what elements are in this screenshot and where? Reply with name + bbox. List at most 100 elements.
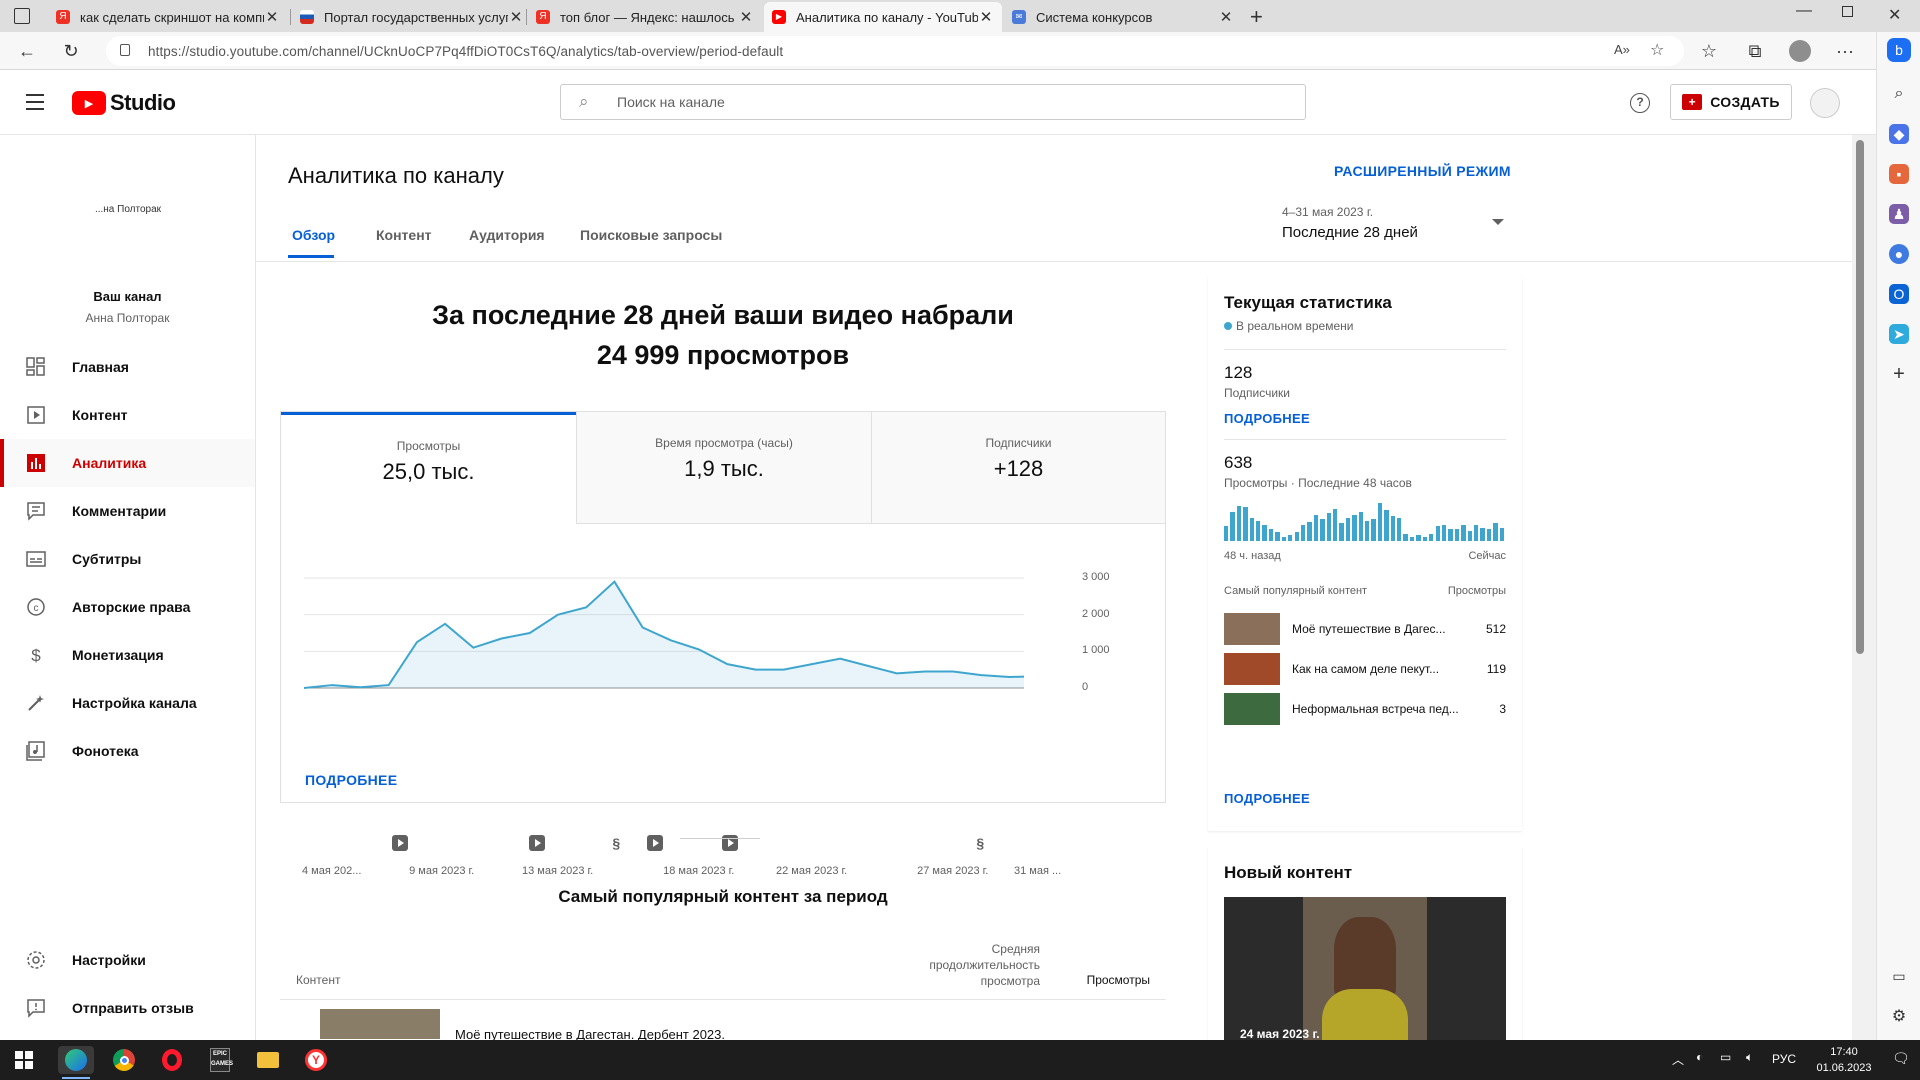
realtime-bar[interactable] <box>1409 536 1415 541</box>
menu-icon[interactable] <box>26 94 44 110</box>
bing-icon[interactable]: b <box>1887 38 1911 62</box>
new-tab-icon[interactable]: + <box>1250 4 1263 30</box>
data-point[interactable] <box>584 605 588 609</box>
data-point[interactable] <box>923 670 927 674</box>
sidebar-item-feedback[interactable]: Отправить отзыв <box>0 984 255 1032</box>
realtime-bar[interactable] <box>1365 520 1370 541</box>
data-point[interactable] <box>443 622 447 626</box>
close-tab-icon[interactable]: ✕ <box>978 8 994 26</box>
address-bar[interactable]: https://studio.youtube.com/channel/UCknU… <box>106 36 1684 66</box>
realtime-bar[interactable] <box>1256 520 1261 541</box>
search-input[interactable]: ⌕ Поиск на канале <box>560 84 1306 120</box>
realtime-bar[interactable] <box>1294 532 1299 541</box>
language-indicator[interactable]: РУС <box>1772 1052 1796 1066</box>
realtime-bar[interactable] <box>1230 511 1235 541</box>
realtime-bar[interactable] <box>1397 517 1402 541</box>
browser-tab-active[interactable]: ▶ Аналитика по каналу - YouTube ✕ <box>764 2 1002 32</box>
realtime-bar[interactable] <box>1371 519 1376 541</box>
data-point[interactable] <box>725 662 729 666</box>
realtime-bar[interactable] <box>1288 535 1293 541</box>
scrollbar-thumb[interactable] <box>1856 140 1864 654</box>
realtime-bar[interactable] <box>1448 529 1453 541</box>
tab-audience[interactable]: Аудитория <box>469 227 545 243</box>
sidebar-toggle-icon[interactable]: ▭ <box>1889 966 1909 986</box>
edge-taskbar-icon[interactable] <box>58 1046 94 1074</box>
search-icon[interactable]: ⌕ <box>1889 84 1909 104</box>
clock[interactable]: 17:40 01.06.2023 <box>1812 1044 1876 1076</box>
data-point[interactable] <box>304 686 306 690</box>
realtime-views-bars[interactable] <box>1224 503 1506 541</box>
realtime-bar[interactable] <box>1300 524 1306 541</box>
video-published-icon[interactable] <box>528 835 545 851</box>
realtime-bar[interactable] <box>1326 513 1331 541</box>
realtime-bar[interactable] <box>1313 514 1319 541</box>
sidebar-item-copyright[interactable]: c Авторские права <box>0 583 255 631</box>
sidebar-item-settings[interactable]: Настройки <box>0 936 255 984</box>
realtime-subscribers-more-link[interactable]: ПОДРОБНЕЕ <box>1224 411 1310 426</box>
realtime-top-item[interactable]: Моё путешествие в Дагес... 512 <box>1224 613 1506 645</box>
sidebar-item-customization[interactable]: Настройка канала <box>0 679 255 727</box>
data-point[interactable] <box>528 631 532 635</box>
studio-logo[interactable]: ▶ Studio <box>72 90 176 116</box>
data-point[interactable] <box>500 637 504 641</box>
sidebar-settings-icon[interactable]: ⚙ <box>1889 1006 1909 1026</box>
data-point[interactable] <box>782 668 786 672</box>
table-header-avg-duration[interactable]: Средняя продолжительность просмотра <box>904 941 1040 989</box>
favorites-icon[interactable]: ☆ <box>1694 36 1724 66</box>
realtime-bar[interactable] <box>1281 536 1287 541</box>
windows-start-icon[interactable] <box>10 1046 38 1074</box>
network-icon[interactable]: ▭ <box>1720 1050 1731 1064</box>
data-point[interactable] <box>838 657 842 661</box>
shopping-icon[interactable]: ◆ <box>1889 124 1909 144</box>
realtime-bar[interactable] <box>1262 524 1267 541</box>
data-point[interactable] <box>330 683 334 687</box>
sidebar-item-subtitles[interactable]: Субтитры <box>0 535 255 583</box>
data-point[interactable] <box>387 683 391 687</box>
metric-tab-views[interactable]: Просмотры 25,0 тыс. <box>281 412 576 524</box>
data-point[interactable] <box>895 671 899 675</box>
sidebar-item-dashboard[interactable]: Главная <box>0 343 255 391</box>
data-point[interactable] <box>979 673 983 677</box>
realtime-bar[interactable] <box>1461 524 1466 541</box>
close-tab-icon[interactable]: ✕ <box>738 8 754 26</box>
browser-tab[interactable]: Я как сделать скриншот на компь ✕ <box>48 2 288 32</box>
create-button[interactable]: + СОЗДАТЬ <box>1670 84 1792 120</box>
period-selector[interactable]: 4–31 мая 2023 г. Последние 28 дней <box>1282 205 1508 245</box>
data-point[interactable] <box>866 664 870 668</box>
data-point[interactable] <box>471 646 475 650</box>
realtime-bar[interactable] <box>1307 522 1312 541</box>
favorite-add-icon[interactable]: ☆ <box>1650 40 1664 60</box>
channel-avatar[interactable]: ...на Полторак <box>78 159 178 259</box>
tab-content[interactable]: Контент <box>376 227 432 243</box>
data-point[interactable] <box>556 613 560 617</box>
data-point[interactable] <box>669 638 673 642</box>
short-published-icon[interactable]: § <box>972 835 988 851</box>
add-icon[interactable]: + <box>1889 363 1909 385</box>
collections-icon[interactable]: ⧉ <box>1740 36 1770 66</box>
data-point[interactable] <box>951 670 955 674</box>
realtime-bar[interactable] <box>1454 529 1460 541</box>
data-point[interactable] <box>697 648 701 652</box>
realtime-bar[interactable] <box>1236 505 1242 541</box>
games-icon[interactable]: ♟ <box>1889 204 1909 224</box>
minimize-icon[interactable]: — <box>1796 2 1812 20</box>
tray-app-icon[interactable]: ◐ <box>1696 1050 1703 1064</box>
data-point[interactable] <box>810 662 814 666</box>
realtime-bar[interactable] <box>1435 526 1440 541</box>
yandex-browser-taskbar-icon[interactable]: Y <box>302 1046 330 1074</box>
sidebar-item-analytics[interactable]: Аналитика <box>0 439 255 487</box>
realtime-bar[interactable] <box>1332 508 1338 541</box>
help-icon[interactable]: ? <box>1630 93 1650 113</box>
data-point[interactable] <box>754 668 758 672</box>
advanced-mode-link[interactable]: РАСШИРЕННЫЙ РЕЖИМ <box>1334 163 1511 179</box>
file-explorer-taskbar-icon[interactable] <box>254 1046 282 1074</box>
account-avatar[interactable] <box>1810 88 1840 118</box>
data-point[interactable] <box>641 626 645 630</box>
realtime-bar[interactable] <box>1390 516 1396 541</box>
realtime-bar[interactable] <box>1352 514 1357 541</box>
metric-tab-subscribers[interactable]: Подписчики +128 <box>871 412 1165 524</box>
window-close-icon[interactable]: ✕ <box>1888 5 1901 25</box>
data-point[interactable] <box>415 640 419 644</box>
realtime-bar[interactable] <box>1403 533 1408 541</box>
realtime-bar[interactable] <box>1429 533 1434 541</box>
